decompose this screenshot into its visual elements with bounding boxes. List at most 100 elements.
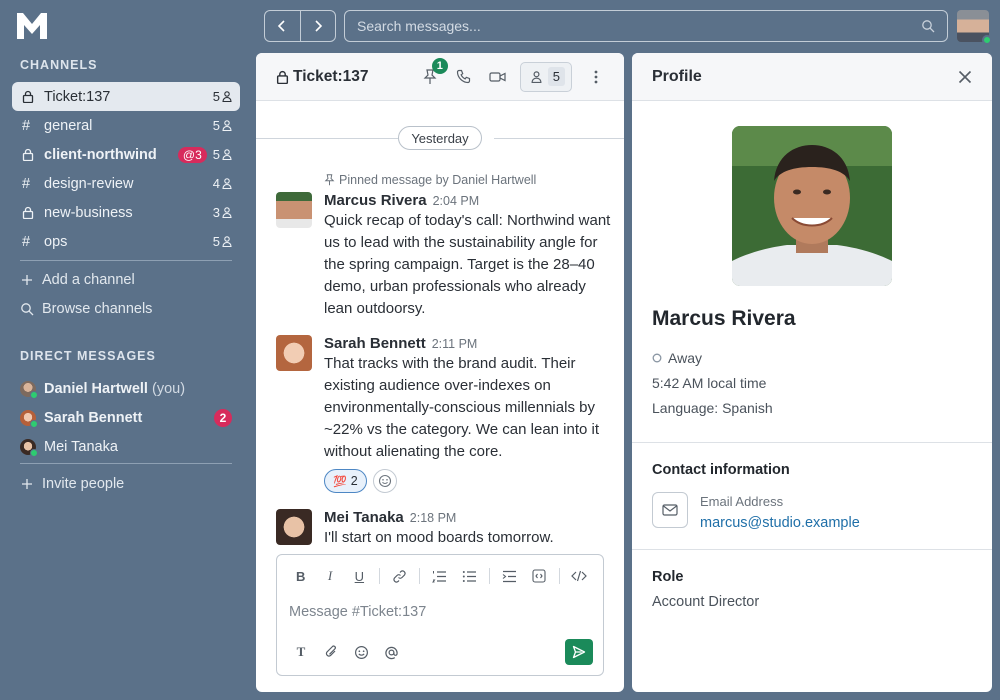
kebab-menu-icon <box>594 70 598 83</box>
dm-list: Daniel Hartwell (you) Sarah Bennett 2 Me… <box>20 374 232 461</box>
channel-name: Ticket:137 <box>44 88 111 105</box>
toolbar-separator <box>379 568 380 584</box>
member-count: 5 <box>213 89 232 104</box>
channel-item-client-northwind[interactable]: client-northwind @3 5 <box>12 140 240 169</box>
message-author[interactable]: Sarah Bennett <box>324 335 426 352</box>
more-options-button[interactable] <box>582 63 610 91</box>
section-divider <box>632 549 992 550</box>
call-button[interactable] <box>450 63 478 91</box>
channel-item-design-review[interactable]: # design-review 4 <box>12 169 240 198</box>
toolbar-separator <box>558 568 560 584</box>
send-button[interactable] <box>565 639 593 665</box>
message-item: Mei Tanaka 2:18 PM I'll start on mood boa… <box>276 509 612 549</box>
bold-button[interactable]: B <box>287 563 314 589</box>
composer-actions: T <box>287 639 593 665</box>
section-divider <box>632 442 992 443</box>
add-channel-label: Add a channel <box>42 272 135 288</box>
phone-icon <box>456 69 470 83</box>
message-author[interactable]: Mei Tanaka <box>324 509 404 526</box>
online-status-icon <box>982 35 992 45</box>
person-icon <box>222 207 232 218</box>
mention-button[interactable] <box>377 639 405 665</box>
unread-badge: 2 <box>214 408 232 427</box>
profile-photo <box>732 126 892 286</box>
message-input[interactable]: Message #Ticket:137 <box>277 597 603 631</box>
link-icon <box>393 569 406 583</box>
bullet-list-button[interactable] <box>456 563 483 589</box>
current-user-avatar[interactable] <box>957 10 992 45</box>
channel-panel: Ticket:137 1 5 Yesterday Pinned message … <box>256 53 624 692</box>
code-block-icon <box>532 569 546 583</box>
search-icon <box>922 20 935 33</box>
inline-code-button[interactable] <box>566 563 593 589</box>
online-status-icon <box>30 419 38 428</box>
link-button[interactable] <box>386 563 413 589</box>
email-link[interactable]: marcus@studio.example <box>700 515 860 531</box>
member-count: 5 <box>213 234 232 249</box>
italic-button[interactable]: I <box>316 563 343 589</box>
browse-channels-button[interactable]: Browse channels <box>20 301 152 317</box>
person-icon <box>531 70 542 83</box>
channel-list: Ticket:137 5 # general 5 client-northwin… <box>12 82 240 256</box>
channel-name: new-business <box>44 204 133 221</box>
channel-item-ops[interactable]: # ops 5 <box>12 227 240 256</box>
email-label: Email Address <box>700 494 784 509</box>
message-author[interactable]: Marcus Rivera <box>324 192 427 209</box>
video-call-button[interactable] <box>484 63 512 91</box>
message-time: 2:04 PM <box>432 194 480 208</box>
attach-button[interactable] <box>317 639 345 665</box>
ordered-list-icon <box>432 570 447 582</box>
online-status-icon <box>30 390 38 399</box>
avatar[interactable] <box>276 192 312 228</box>
mention-badge: @3 <box>177 146 207 163</box>
lock-icon <box>22 90 44 103</box>
online-status-icon <box>30 448 38 457</box>
pinned-messages-button[interactable]: 1 <box>416 57 448 91</box>
avatar[interactable] <box>276 509 312 545</box>
indent-button[interactable] <box>496 563 523 589</box>
person-icon <box>222 149 232 160</box>
hash-icon: # <box>22 117 31 134</box>
avatar[interactable] <box>276 335 312 371</box>
reaction-hundred[interactable]: 💯 2 <box>324 469 367 493</box>
smiley-icon <box>354 645 368 659</box>
dm-item-daniel-hartwell[interactable]: Daniel Hartwell (you) <box>20 374 232 403</box>
add-reaction-button[interactable] <box>372 469 397 493</box>
pinned-note: Pinned message by Daniel Hartwell <box>324 173 536 187</box>
dm-item-mei-tanaka[interactable]: Mei Tanaka <box>20 432 232 461</box>
person-icon <box>222 236 232 247</box>
channel-header: Ticket:137 1 5 <box>256 53 624 101</box>
dm-item-sarah-bennett[interactable]: Sarah Bennett 2 <box>20 403 232 432</box>
lock-icon <box>22 148 44 161</box>
code-block-button[interactable] <box>525 563 552 589</box>
chevron-right-icon <box>315 20 322 32</box>
add-channel-button[interactable]: Add a channel <box>20 272 135 288</box>
plus-icon <box>22 479 32 489</box>
pin-count-badge: 1 <box>431 57 448 74</box>
avatar <box>20 409 38 428</box>
message-text: I'll start on mood boards tomorrow. <box>324 529 554 546</box>
channel-item-ticket-137[interactable]: Ticket:137 5 <box>12 82 240 111</box>
m-logo-icon[interactable] <box>16 12 48 40</box>
channel-item-new-business[interactable]: new-business 3 <box>12 198 240 227</box>
dm-heading: DIRECT MESSAGES <box>20 349 156 363</box>
invite-people-label: Invite people <box>42 476 125 492</box>
ordered-list-button[interactable] <box>426 563 453 589</box>
underline-button[interactable]: U <box>346 563 373 589</box>
paperclip-icon <box>325 645 336 657</box>
emoji-button[interactable] <box>347 639 375 665</box>
message-item: Marcus Rivera 2:04 PM Quick recap of toda… <box>276 192 612 320</box>
hundred-emoji-icon: 💯 <box>333 475 347 488</box>
forward-button[interactable] <box>301 11 336 41</box>
code-icon <box>571 570 588 582</box>
message-time: 2:11 PM <box>431 337 478 351</box>
members-button[interactable]: 5 <box>519 61 572 92</box>
channel-item-general[interactable]: # general 5 <box>12 111 240 140</box>
invite-people-button[interactable]: Invite people <box>20 476 124 492</box>
avatar <box>20 438 38 457</box>
back-button[interactable] <box>265 11 301 41</box>
text-style-button[interactable]: T <box>287 639 315 665</box>
dm-name: Daniel Hartwell (you) <box>44 380 186 397</box>
search-input[interactable]: Search messages... <box>344 10 948 42</box>
close-icon[interactable] <box>958 70 972 84</box>
